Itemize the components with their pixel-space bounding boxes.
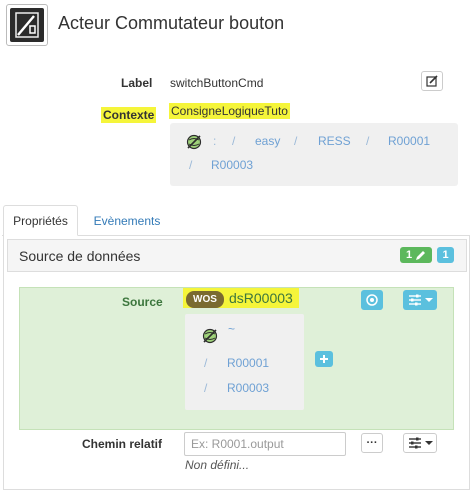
path-colon: : — [213, 134, 217, 148]
contexte-value[interactable]: ConsigneLogiqueTuto — [169, 103, 290, 119]
caret-down-icon — [424, 298, 433, 302]
edit-count-badge[interactable]: 1 — [400, 247, 432, 263]
info-count-badge[interactable]: 1 — [437, 247, 454, 263]
header: Acteur Commutateur bouton — [0, 0, 474, 50]
globe-icon — [202, 328, 218, 347]
path-segment[interactable]: RESS — [318, 134, 351, 148]
source-name[interactable]: dsR00003 — [229, 290, 293, 306]
edit-count: 1 — [405, 249, 413, 261]
caret-down-icon — [424, 441, 433, 445]
path-root[interactable]: ~ — [228, 322, 235, 336]
path-segment[interactable]: R00001 — [388, 134, 430, 148]
path-segment[interactable]: R00001 — [227, 356, 269, 370]
tab-proprietes[interactable]: Propriétés — [3, 205, 78, 236]
add-path-button[interactable] — [315, 351, 333, 367]
path-separator: / — [204, 381, 208, 395]
path-separator: / — [232, 134, 236, 148]
path-separator: / — [204, 356, 208, 370]
switch-toggle-icon — [6, 4, 48, 46]
path-segment[interactable]: easy — [255, 134, 280, 148]
path-separator: / — [189, 158, 193, 172]
pencil-icon — [416, 250, 426, 260]
locate-source-button[interactable] — [361, 290, 383, 310]
context-path: : / easy / RESS / R00001 / R00003 — [170, 123, 458, 186]
tab-evenements[interactable]: Evènements — [82, 205, 172, 236]
page-title: Acteur Commutateur bouton — [58, 13, 285, 33]
contexte-field-label: Contexte — [101, 107, 157, 123]
globe-icon — [186, 134, 202, 153]
path-separator: / — [366, 134, 370, 148]
relative-path-options-dropdown[interactable] — [403, 433, 437, 453]
path-segment[interactable]: R00003 — [227, 381, 269, 395]
relative-path-status: Non défini... — [185, 458, 250, 472]
path-separator: / — [294, 134, 298, 148]
source-label: Source — [122, 295, 163, 309]
panel-title: Source de données — [19, 248, 141, 264]
edit-icon — [426, 75, 438, 87]
sliders-icon — [408, 437, 421, 449]
source-path: ~ / R00001 / R00003 — [185, 314, 304, 410]
relative-path-label: Chemin relatif — [82, 437, 163, 451]
edit-label-button[interactable] — [421, 71, 443, 91]
target-icon — [366, 294, 378, 306]
label-field-label: Label — [121, 76, 153, 90]
relative-path-input[interactable] — [184, 432, 346, 456]
path-segment[interactable]: R00003 — [211, 158, 253, 172]
more-options-button[interactable]: ··· — [361, 433, 383, 453]
panel-heading: Source de données 1 1 — [7, 239, 467, 272]
label-value: switchButtonCmd — [170, 76, 264, 90]
source-type-badge: WOS — [186, 291, 224, 308]
sliders-icon — [408, 294, 421, 306]
plus-icon — [320, 355, 328, 363]
source-options-dropdown[interactable] — [403, 290, 437, 310]
